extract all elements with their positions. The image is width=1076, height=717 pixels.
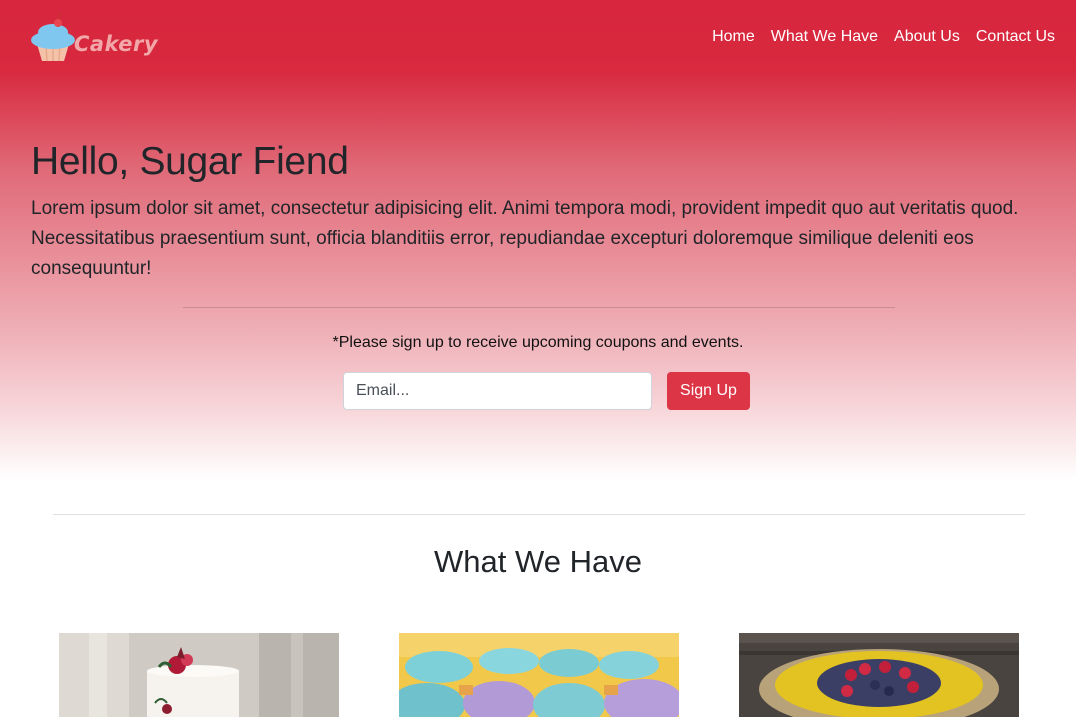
sign-up-button[interactable]: Sign Up <box>667 372 750 410</box>
section-title: What We Have <box>434 544 642 579</box>
main-nav: Home What We Have About Us Contact Us <box>712 27 1055 47</box>
card-image-cupcakes[interactable] <box>399 633 679 717</box>
card-image-cake[interactable] <box>59 633 339 717</box>
white-cake-image <box>59 633 339 717</box>
nav-contact-us-link[interactable]: Contact Us <box>976 27 1055 47</box>
brand-name: Cakery <box>74 32 159 56</box>
hero-title: Hello, Sugar Fiend <box>31 140 349 183</box>
hero-divider <box>183 307 895 308</box>
brand-logo[interactable]: Cakery <box>30 12 158 64</box>
nav-what-we-have-link[interactable]: What We Have <box>771 27 878 47</box>
email-input[interactable] <box>343 372 652 410</box>
hero-lead-text: Lorem ipsum dolor sit amet, consectetur … <box>31 198 1019 279</box>
page: Cakery Home What We Have About Us Contac… <box>0 0 1076 717</box>
card-image-cheesecake[interactable] <box>739 633 1019 717</box>
cupcakes-image <box>399 633 679 717</box>
cheesecake-image <box>739 633 1019 717</box>
nav-home-link[interactable]: Home <box>712 27 755 47</box>
signup-note: *Please sign up to receive upcoming coup… <box>332 334 744 351</box>
cupcake-icon <box>31 13 75 62</box>
section-divider <box>53 514 1025 515</box>
nav-about-us-link[interactable]: About Us <box>894 27 960 47</box>
